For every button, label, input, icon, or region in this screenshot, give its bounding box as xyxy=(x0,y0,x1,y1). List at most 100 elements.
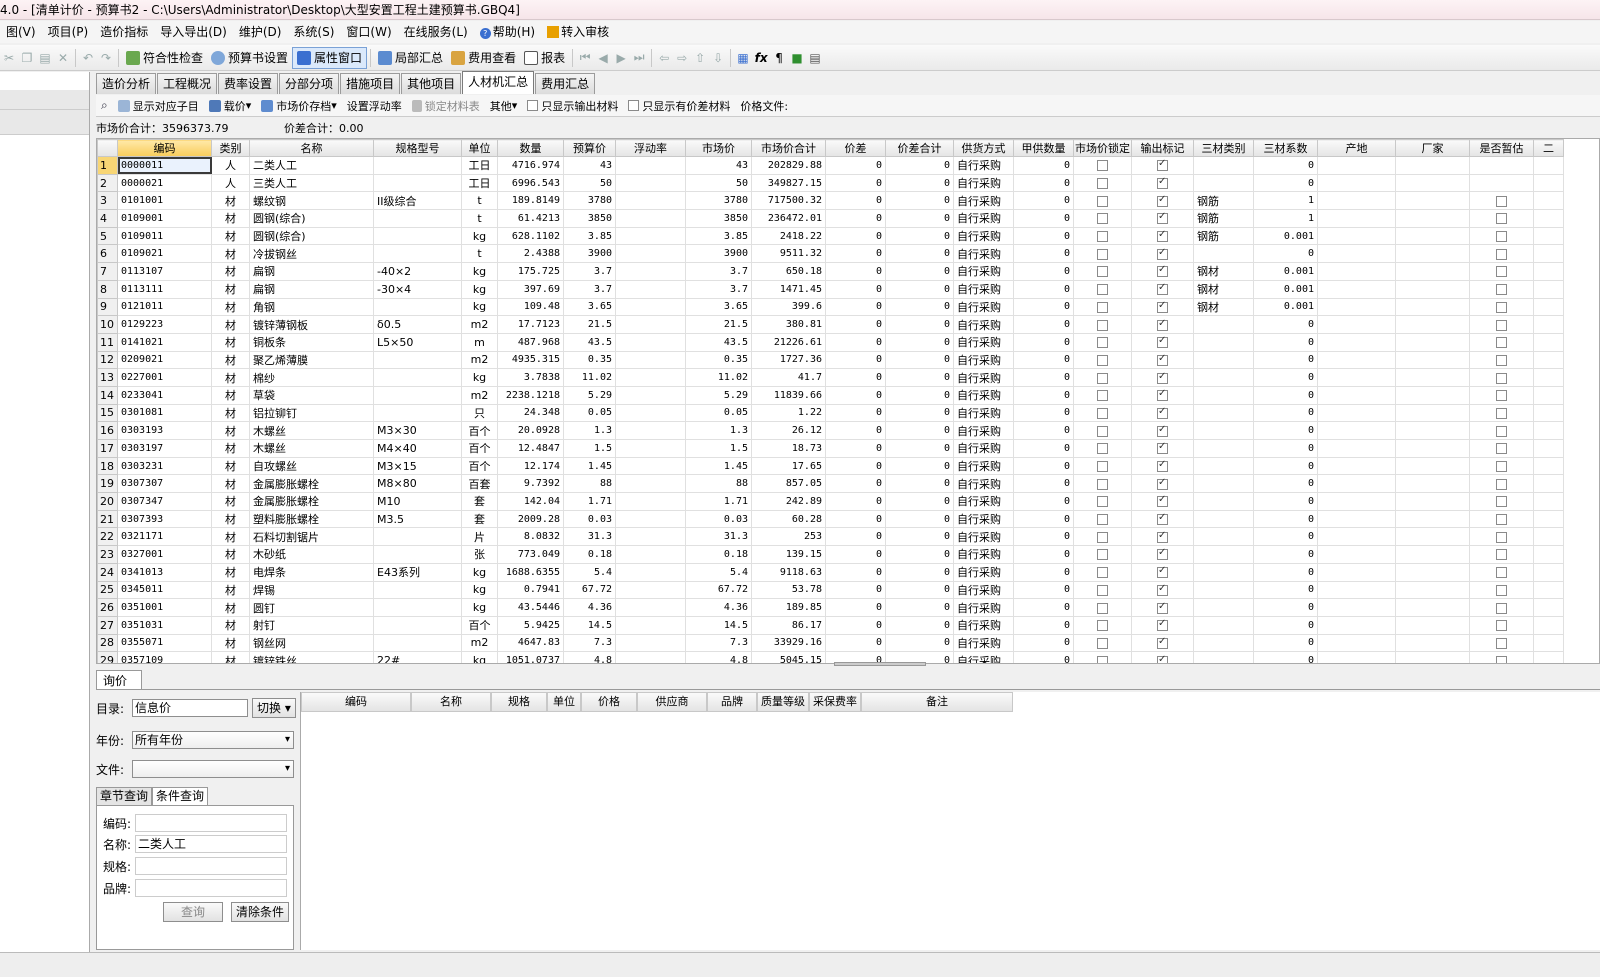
table-cell[interactable]: 1.3 xyxy=(563,421,616,440)
table-cell[interactable] xyxy=(1533,315,1564,334)
table-cell[interactable]: 自行采购 xyxy=(953,421,1014,440)
checkbox-cell[interactable] xyxy=(1131,156,1194,175)
table-cell[interactable]: m2 xyxy=(461,315,498,334)
table-cell[interactable]: 0321171 xyxy=(117,527,212,547)
prev-icon[interactable]: ◀ xyxy=(594,51,612,65)
table-cell[interactable] xyxy=(373,209,462,228)
table-cell[interactable] xyxy=(615,332,686,352)
table-cell[interactable]: 自行采购 xyxy=(953,368,1014,387)
table-cell[interactable]: 0345011 xyxy=(117,580,212,600)
column-header[interactable]: 是否暂估 xyxy=(1469,139,1534,157)
table-cell[interactable]: 0 xyxy=(825,509,886,529)
table-cell[interactable]: m xyxy=(461,332,498,352)
checkbox[interactable] xyxy=(1157,477,1168,490)
table-cell[interactable]: 钢材 xyxy=(1193,279,1254,299)
table-cell[interactable]: 材 xyxy=(211,315,250,334)
checkbox[interactable] xyxy=(1157,512,1168,526)
table-cell[interactable] xyxy=(1193,421,1254,440)
table-cell[interactable] xyxy=(373,244,462,264)
table-cell[interactable] xyxy=(1533,580,1564,600)
table-cell[interactable]: 0 xyxy=(885,403,954,423)
table-cell[interactable]: 0 xyxy=(1013,527,1074,547)
table-cell[interactable] xyxy=(1317,456,1396,476)
checkbox[interactable] xyxy=(1157,194,1168,207)
table-cell[interactable]: 人 xyxy=(211,173,250,193)
table-cell[interactable] xyxy=(615,421,686,440)
table-cell[interactable] xyxy=(1317,580,1396,600)
table-cell[interactable]: 1.45 xyxy=(685,456,752,476)
table-row[interactable]: 6 0109021 材冷拔钢丝 t 2.4388 3900 3900 9511.32 0 0 自行采… xyxy=(97,244,1564,264)
table-cell[interactable] xyxy=(373,350,462,370)
info-column-header[interactable]: 品牌 xyxy=(707,692,757,712)
table-cell[interactable]: 0355071 xyxy=(117,633,212,653)
table-cell[interactable] xyxy=(1193,492,1254,511)
checkbox[interactable] xyxy=(1157,547,1168,561)
table-cell[interactable]: 0 xyxy=(1013,315,1074,334)
table-cell[interactable]: 0 xyxy=(825,156,886,175)
checkbox[interactable] xyxy=(1097,602,1108,614)
column-header[interactable]: 编码 xyxy=(117,139,212,157)
table-cell[interactable]: 0.05 xyxy=(685,403,752,423)
table-cell[interactable]: 0 xyxy=(1253,385,1318,405)
checkbox[interactable] xyxy=(1496,337,1507,349)
checkbox-cell[interactable] xyxy=(1469,332,1534,352)
table-cell[interactable]: 材 xyxy=(211,262,250,281)
checkbox[interactable] xyxy=(1157,441,1168,455)
table-row[interactable]: 12 0209021 材聚乙烯薄膜 m2 4935.315 0.35 0.35 1727.36… xyxy=(97,350,1564,370)
checkbox-cell[interactable] xyxy=(1073,527,1132,547)
table-cell[interactable]: 24.348 xyxy=(497,403,564,423)
table-cell[interactable]: 0.001 xyxy=(1253,279,1318,299)
local-summary-button[interactable]: 局部汇总 xyxy=(374,47,447,69)
table-cell[interactable]: 0 xyxy=(885,315,954,334)
table-cell[interactable]: 材 xyxy=(211,279,250,299)
table-cell[interactable]: 圆钉 xyxy=(249,598,374,617)
tab-fee-summary[interactable]: 费用汇总 xyxy=(535,73,596,94)
checkbox-cell[interactable] xyxy=(1131,403,1194,423)
table-cell[interactable]: 自行采购 xyxy=(953,456,1014,476)
table-cell[interactable] xyxy=(1533,633,1564,653)
table-cell[interactable]: M10 xyxy=(373,492,462,511)
table-cell[interactable]: 材 xyxy=(211,651,250,663)
catalog-input[interactable]: 信息价 xyxy=(132,699,248,717)
table-cell[interactable] xyxy=(615,297,686,317)
table-cell[interactable]: 0.35 xyxy=(563,350,616,370)
checkbox[interactable] xyxy=(1496,390,1507,402)
column-header[interactable]: 浮动率 xyxy=(615,139,686,157)
table-cell[interactable]: E43系列 xyxy=(373,562,462,582)
checkbox-cell[interactable] xyxy=(1131,350,1194,370)
menu-cost-index[interactable]: 造价指标 xyxy=(94,21,154,43)
checkbox-cell[interactable] xyxy=(1131,173,1194,193)
table-cell[interactable]: 0 xyxy=(885,173,954,193)
tab-inquiry[interactable]: 询价 xyxy=(96,670,142,690)
table-cell[interactable] xyxy=(1533,598,1564,617)
tab-labor-material-summary[interactable]: 人材机汇总 xyxy=(462,71,535,94)
table-cell[interactable] xyxy=(615,368,686,387)
table-cell[interactable] xyxy=(615,580,686,600)
table-cell[interactable] xyxy=(615,545,686,564)
table-cell[interactable] xyxy=(1317,332,1396,352)
table-cell[interactable]: M8×80 xyxy=(373,474,462,494)
table-cell[interactable] xyxy=(615,315,686,334)
checkbox-cell[interactable] xyxy=(1073,403,1132,423)
table-cell[interactable]: 0 xyxy=(1253,350,1318,370)
table-cell[interactable]: 自行采购 xyxy=(953,509,1014,529)
menu-project[interactable]: 项目(P) xyxy=(42,21,95,43)
table-cell[interactable]: 4.36 xyxy=(563,598,616,617)
switch-button[interactable]: 切换 ▾ xyxy=(252,698,296,718)
checkbox-cell[interactable] xyxy=(1131,226,1194,246)
table-cell[interactable] xyxy=(615,439,686,458)
table-cell[interactable]: 0 xyxy=(1253,315,1318,334)
checkbox-cell[interactable] xyxy=(1469,209,1534,228)
menu-system[interactable]: 系统(S) xyxy=(287,21,340,43)
table-cell[interactable]: 0351031 xyxy=(117,615,212,635)
checkbox[interactable] xyxy=(1097,620,1108,632)
only-diff-checkbox[interactable]: 只显示有价差材料 xyxy=(623,98,735,114)
table-cell[interactable]: 399.6 xyxy=(751,297,826,317)
table-cell[interactable]: 0 xyxy=(1013,244,1074,264)
checkbox-cell[interactable] xyxy=(1131,598,1194,617)
checkbox[interactable] xyxy=(1097,195,1108,207)
table-cell[interactable]: 0 xyxy=(1013,615,1074,635)
checkbox[interactable] xyxy=(1157,229,1168,243)
checkbox[interactable] xyxy=(1157,211,1168,225)
table-cell[interactable]: 1.5 xyxy=(685,439,752,458)
